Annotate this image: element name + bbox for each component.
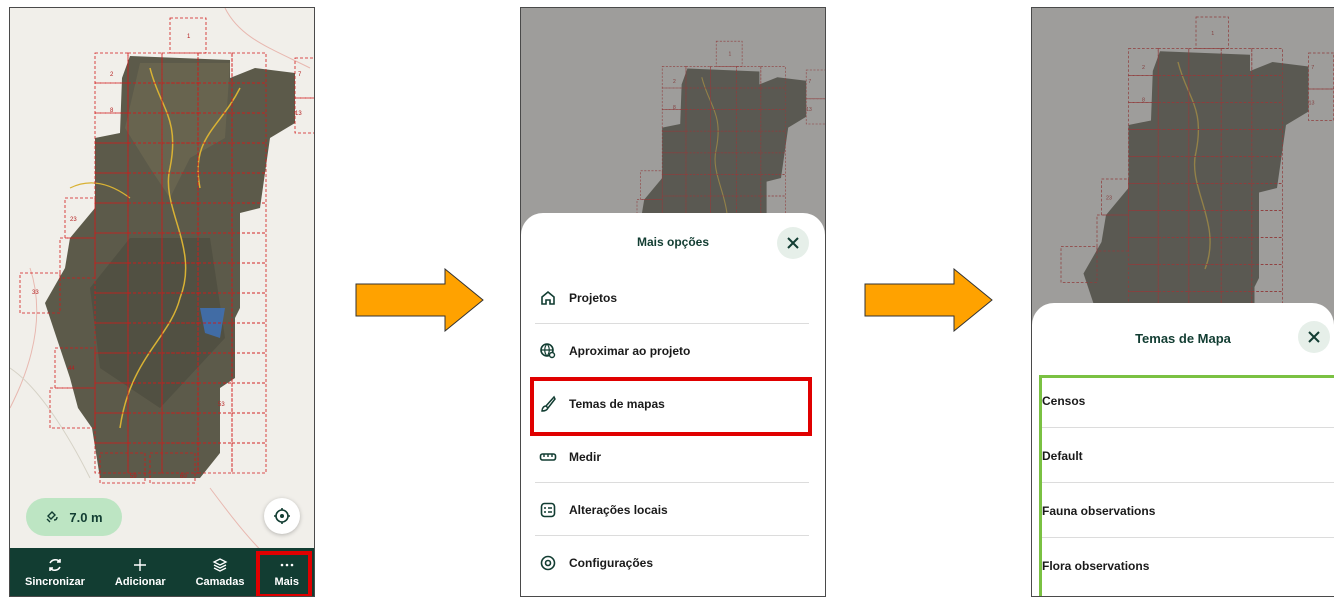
svg-text:23: 23 xyxy=(70,217,77,223)
nav-layers-label: Camadas xyxy=(195,575,245,588)
svg-text:13: 13 xyxy=(295,111,302,117)
aerial-orthophoto xyxy=(45,56,295,478)
highlight-theme-list xyxy=(1039,375,1334,596)
grid-cell xyxy=(231,382,267,414)
menu-item-label: Configurações xyxy=(569,555,654,570)
svg-text:33: 33 xyxy=(32,290,39,296)
home-icon xyxy=(541,290,555,305)
step-arrow-1 xyxy=(355,268,484,332)
menu-item-projects[interactable]: Projetos xyxy=(521,271,825,324)
menu-item-local-changes[interactable]: Alterações locais xyxy=(521,483,825,536)
step-arrow-2 xyxy=(864,268,993,332)
phone-screen-map: 1 2 7 8 13 23 33 44 53 59 60 7.0 m Sincr… xyxy=(9,7,315,597)
nav-layers-button[interactable]: Camadas xyxy=(196,557,245,588)
close-icon xyxy=(1308,331,1320,343)
close-button[interactable] xyxy=(1298,321,1330,353)
crosshair-icon xyxy=(274,508,290,524)
menu-item-label: Projetos xyxy=(569,290,618,305)
menu-item-label: Medir xyxy=(569,449,602,464)
highlight-more-button xyxy=(256,551,312,596)
svg-text:1: 1 xyxy=(187,34,191,40)
ruler-icon xyxy=(539,452,557,461)
grid-cell xyxy=(231,322,267,354)
nav-add-button[interactable]: Adicionar xyxy=(115,557,166,588)
sync-icon xyxy=(49,558,61,571)
svg-text:59: 59 xyxy=(130,474,137,480)
svg-text:60: 60 xyxy=(180,474,187,480)
gps-accuracy-value: 7.0 m xyxy=(69,509,103,525)
nav-sync-label: Sincronizar xyxy=(24,575,85,588)
grid-cell xyxy=(231,352,267,384)
menu-item-label: Aproximar ao projeto xyxy=(569,343,691,358)
phone-screen-map-themes: 1 2 7 8 13 23 Temas de Mapa Censos Defau… xyxy=(1031,7,1334,597)
close-button[interactable] xyxy=(777,227,809,259)
nav-add-label: Adicionar xyxy=(114,575,166,588)
sheet-title: Temas de Mapa xyxy=(1135,330,1231,346)
grid-cell xyxy=(231,442,267,474)
grid-cell xyxy=(294,57,314,99)
svg-text:44: 44 xyxy=(68,366,75,372)
phone-screen-more-options: 1 2 7 8 13 Mais opções Projetos Aproxima… xyxy=(520,7,826,597)
settings-icon xyxy=(540,555,556,570)
menu-item-label: Alterações locais xyxy=(569,502,668,517)
svg-text:7: 7 xyxy=(298,72,302,78)
local-changes-icon xyxy=(540,502,556,517)
grid-cell xyxy=(231,412,267,444)
plus-icon xyxy=(134,558,147,571)
layers-icon xyxy=(212,557,228,572)
globe-search-icon xyxy=(540,342,556,358)
sheet-title: Mais opções xyxy=(636,235,710,249)
gps-accuracy-pill[interactable]: 7.0 m xyxy=(26,498,122,536)
sheet-header: Mais opções xyxy=(521,213,825,271)
nav-sync-button[interactable]: Sincronizar xyxy=(25,557,85,588)
satellite-icon xyxy=(46,511,59,523)
locate-me-button[interactable] xyxy=(264,498,300,534)
svg-text:53: 53 xyxy=(218,402,225,408)
svg-text:2: 2 xyxy=(110,72,114,78)
sheet-header: Temas de Mapa xyxy=(1032,303,1334,373)
close-icon xyxy=(787,237,799,249)
menu-item-measure[interactable]: Medir xyxy=(521,430,825,483)
menu-item-zoom-to-project[interactable]: Aproximar ao projeto xyxy=(521,324,825,377)
highlight-map-themes xyxy=(530,377,812,436)
menu-item-settings[interactable]: Configurações xyxy=(521,536,825,589)
